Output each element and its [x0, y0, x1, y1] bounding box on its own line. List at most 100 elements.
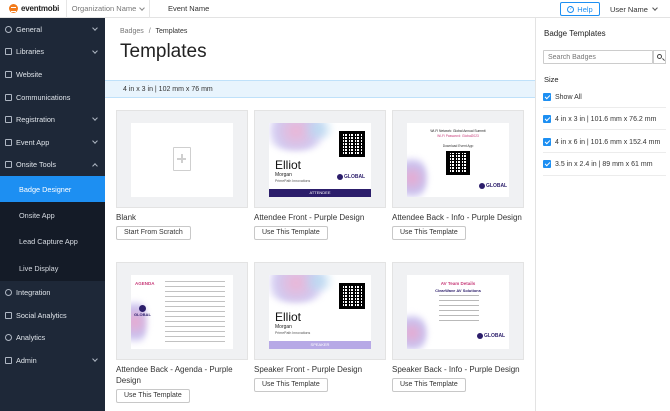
- breadcrumb-separator: /: [148, 28, 151, 35]
- watercolor-decoration: [407, 311, 427, 349]
- global-logo-icon: GLOBAL: [479, 183, 507, 189]
- organization-selector[interactable]: Organization Name: [66, 0, 150, 18]
- template-card-attendee-front: Elliot Morgan PrimePath Innovations GLOB…: [254, 110, 386, 240]
- wifi-password-text: Wi-Fi Password: Global2023: [437, 134, 479, 138]
- av-company: ClearWave AV Solutions: [435, 288, 481, 293]
- sidebar-item-label: Registration: [16, 115, 55, 125]
- size-section-header: 4 in x 3 in | 102 mm x 76 mm: [105, 80, 535, 98]
- watercolor-decoration: [299, 123, 339, 139]
- sidebar-item-analytics[interactable]: Analytics: [0, 327, 105, 350]
- download-app-text: Download Event App: [442, 144, 474, 148]
- tag-icon: [5, 116, 12, 124]
- brand-logo[interactable]: eventmobi: [0, 0, 66, 18]
- watercolor-decoration: [407, 153, 427, 197]
- template-thumbnail[interactable]: Elliot Morgan PrimePath Innovations SPEA…: [254, 262, 386, 360]
- badge-first-name: Elliot: [275, 158, 302, 172]
- qr-code-icon: [446, 151, 470, 175]
- use-this-template-button[interactable]: Use This Template: [392, 226, 466, 240]
- sidebar-item-general[interactable]: General: [0, 18, 105, 41]
- template-thumbnail[interactable]: AGENDA GLOBAL: [116, 262, 248, 360]
- help-button[interactable]: ? Help: [560, 2, 600, 16]
- sidebar-item-label: Communications: [16, 92, 71, 102]
- use-this-template-button[interactable]: Use This Template: [392, 378, 466, 392]
- filter-option-4x3[interactable]: 4 in x 3 in | 101.6 mm x 76.2 mm: [543, 115, 656, 123]
- page-title: Templates: [120, 41, 207, 62]
- sidebar-subitem-onsite-app[interactable]: Onsite App: [0, 202, 105, 228]
- event-name[interactable]: Event Name: [150, 4, 209, 13]
- sidebar-item-label: General: [16, 24, 42, 34]
- template-title: Speaker Back - Info - Purple Design: [392, 365, 520, 374]
- divider: [543, 175, 666, 176]
- blank-badge-preview: [131, 123, 233, 197]
- eventmobi-logo-icon: [9, 4, 18, 13]
- sidebar-item-admin[interactable]: Admin: [0, 349, 105, 372]
- wifi-network-text: Wi-Fi Network: Global Annual Summit: [430, 129, 486, 133]
- sidebar-subitem-badge-designer[interactable]: Badge Designer: [0, 176, 105, 203]
- sidebar-item-libraries[interactable]: Libraries: [0, 41, 105, 64]
- help-circle-icon: ?: [567, 5, 575, 13]
- template-card-speaker-back-info: AV Team Details ClearWave AV Solutions G…: [392, 262, 524, 392]
- use-this-template-button[interactable]: Use This Template: [254, 226, 328, 240]
- sidebar-item-event-app[interactable]: Event App: [0, 131, 105, 154]
- filter-option-label: 4 in x 6 in | 101.6 mm x 152.4 mm: [555, 138, 661, 146]
- sidebar-subitem-live-display[interactable]: Live Display: [0, 255, 105, 281]
- template-title: Speaker Front - Purple Design: [254, 365, 363, 374]
- sidebar-item-label: Integration: [16, 288, 51, 298]
- badge-last-name: Morgan: [275, 324, 292, 330]
- template-thumbnail[interactable]: [116, 110, 248, 208]
- sidebar-item-label: Admin: [16, 355, 37, 365]
- global-logo-icon: GLOBAL: [134, 305, 151, 317]
- main-content: Badges / Templates Templates 4 in x 3 in…: [105, 18, 535, 411]
- sidebar-item-integration[interactable]: Integration: [0, 281, 105, 304]
- sidebar-item-social-analytics[interactable]: Social Analytics: [0, 304, 105, 327]
- user-name: User Name: [610, 4, 648, 14]
- contact-lines: [439, 295, 479, 325]
- phone-icon: [5, 138, 12, 146]
- user-menu[interactable]: User Name: [610, 0, 658, 18]
- sidebar-item-label: Website: [16, 69, 43, 79]
- speaker-back-info-badge-preview: AV Team Details ClearWave AV Solutions G…: [407, 275, 509, 349]
- checkbox-checked-icon[interactable]: [543, 160, 551, 168]
- global-logo-icon: GLOBAL: [337, 174, 365, 180]
- sidebar-item-label: Social Analytics: [16, 310, 67, 320]
- sidebar-item-registration[interactable]: Registration: [0, 108, 105, 131]
- global-logo-icon: GLOBAL: [477, 333, 505, 339]
- template-thumbnail[interactable]: AV Team Details ClearWave AV Solutions G…: [392, 262, 524, 360]
- use-this-template-button[interactable]: Use This Template: [254, 378, 328, 392]
- badge-last-name: Morgan: [275, 172, 292, 178]
- search-button[interactable]: [653, 50, 666, 64]
- brand-name: eventmobi: [21, 4, 60, 13]
- checkbox-checked-icon[interactable]: [543, 93, 551, 101]
- filter-option-4x6[interactable]: 4 in x 6 in | 101.6 mm x 152.4 mm: [543, 138, 660, 146]
- chevron-up-icon: [92, 162, 98, 169]
- template-thumbnail[interactable]: Wi-Fi Network: Global Annual Summit Wi-F…: [392, 110, 524, 208]
- sidebar-subitem-lead-capture-app[interactable]: Lead Capture App: [0, 229, 105, 255]
- globe-icon: [5, 25, 12, 33]
- sidebar-item-website[interactable]: Website: [0, 63, 105, 86]
- chevron-down-icon: [139, 4, 146, 11]
- breadcrumb-badges-link[interactable]: Badges: [120, 28, 144, 35]
- template-title: Attendee Back - Info - Purple Design: [392, 213, 522, 222]
- template-title: Attendee Back - Agenda - Purple Design: [116, 365, 233, 385]
- checkbox-checked-icon[interactable]: [543, 138, 551, 146]
- filter-option-3-5x2-4[interactable]: 3.5 in x 2.4 in | 89 mm x 61 mm: [543, 160, 653, 168]
- filter-option-show-all[interactable]: Show All: [543, 93, 582, 101]
- divider: [543, 152, 666, 153]
- divider: [543, 107, 666, 108]
- wrench-icon: [5, 356, 12, 364]
- sidebar-item-onsite-tools[interactable]: Onsite Tools: [0, 154, 105, 177]
- sidebar-item-communications[interactable]: Communications: [0, 86, 105, 109]
- attendee-back-info-badge-preview: Wi-Fi Network: Global Annual Summit Wi-F…: [407, 123, 509, 197]
- badge-company: PrimePath Innovations: [275, 179, 311, 183]
- template-card-attendee-back-agenda: AGENDA GLOBAL Attendee Back - Agenda - P…: [116, 262, 248, 403]
- use-this-template-button[interactable]: Use This Template: [116, 389, 190, 403]
- template-thumbnail[interactable]: Elliot Morgan PrimePath Innovations GLOB…: [254, 110, 386, 208]
- start-from-scratch-button[interactable]: Start From Scratch: [116, 226, 191, 240]
- qr-code-icon: [339, 131, 365, 157]
- sidebar-nav: General Libraries Website Communications…: [0, 18, 105, 411]
- filter-option-label: 3.5 in x 2.4 in | 89 mm x 61 mm: [555, 160, 653, 168]
- watercolor-decoration: [131, 295, 147, 349]
- sidebar-item-label: Libraries: [16, 47, 44, 57]
- checkbox-checked-icon[interactable]: [543, 115, 551, 123]
- search-input[interactable]: [543, 50, 653, 64]
